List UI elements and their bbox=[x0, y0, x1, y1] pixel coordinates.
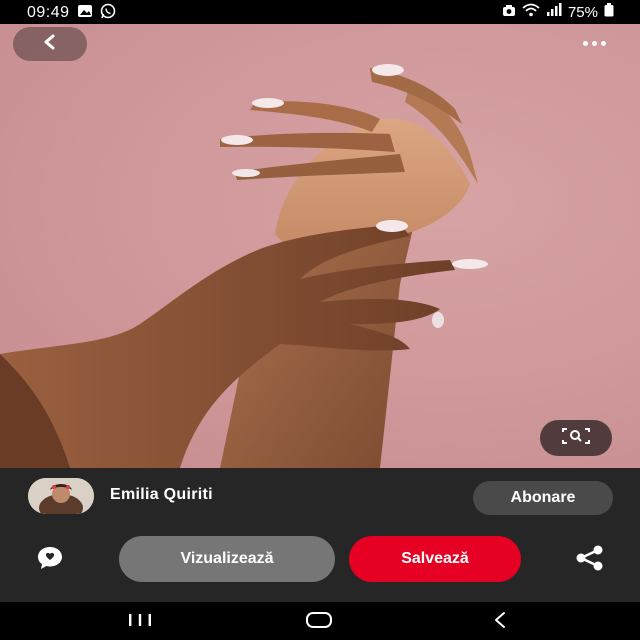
nav-back-button[interactable] bbox=[480, 610, 520, 634]
more-options-button[interactable] bbox=[574, 33, 614, 53]
recents-icon bbox=[127, 613, 153, 632]
pin-image[interactable] bbox=[0, 24, 640, 468]
visual-search-icon bbox=[560, 426, 592, 451]
wifi-icon bbox=[522, 3, 540, 21]
recents-button[interactable] bbox=[120, 610, 160, 634]
gallery-icon bbox=[77, 4, 93, 22]
status-bar: 09:49 75% bbox=[0, 0, 640, 24]
avatar[interactable] bbox=[28, 478, 94, 514]
camera-icon bbox=[502, 4, 516, 21]
creator-name[interactable]: Emilia Quiriti bbox=[110, 486, 213, 504]
back-icon bbox=[491, 611, 509, 634]
share-icon bbox=[575, 545, 605, 576]
signal-icon bbox=[546, 3, 562, 21]
status-time: 09:49 bbox=[27, 4, 70, 21]
home-button[interactable] bbox=[299, 610, 339, 634]
whatsapp-icon bbox=[100, 3, 116, 23]
chevron-left-icon bbox=[41, 33, 59, 56]
back-button[interactable] bbox=[13, 27, 87, 61]
share-button[interactable] bbox=[568, 543, 612, 577]
comment-button[interactable] bbox=[28, 544, 72, 576]
hands-photo bbox=[0, 64, 488, 468]
follow-button[interactable]: Abonare bbox=[473, 481, 613, 515]
more-dots-icon bbox=[582, 40, 588, 46]
battery-icon bbox=[604, 3, 614, 21]
save-button[interactable]: Salvează bbox=[349, 536, 521, 582]
home-icon bbox=[305, 611, 333, 634]
system-nav-bar bbox=[0, 602, 640, 640]
view-button[interactable]: Vizualizează bbox=[119, 536, 335, 582]
battery-percent: 75% bbox=[567, 3, 598, 21]
visual-search-button[interactable] bbox=[540, 420, 612, 456]
comment-icon bbox=[37, 546, 63, 575]
